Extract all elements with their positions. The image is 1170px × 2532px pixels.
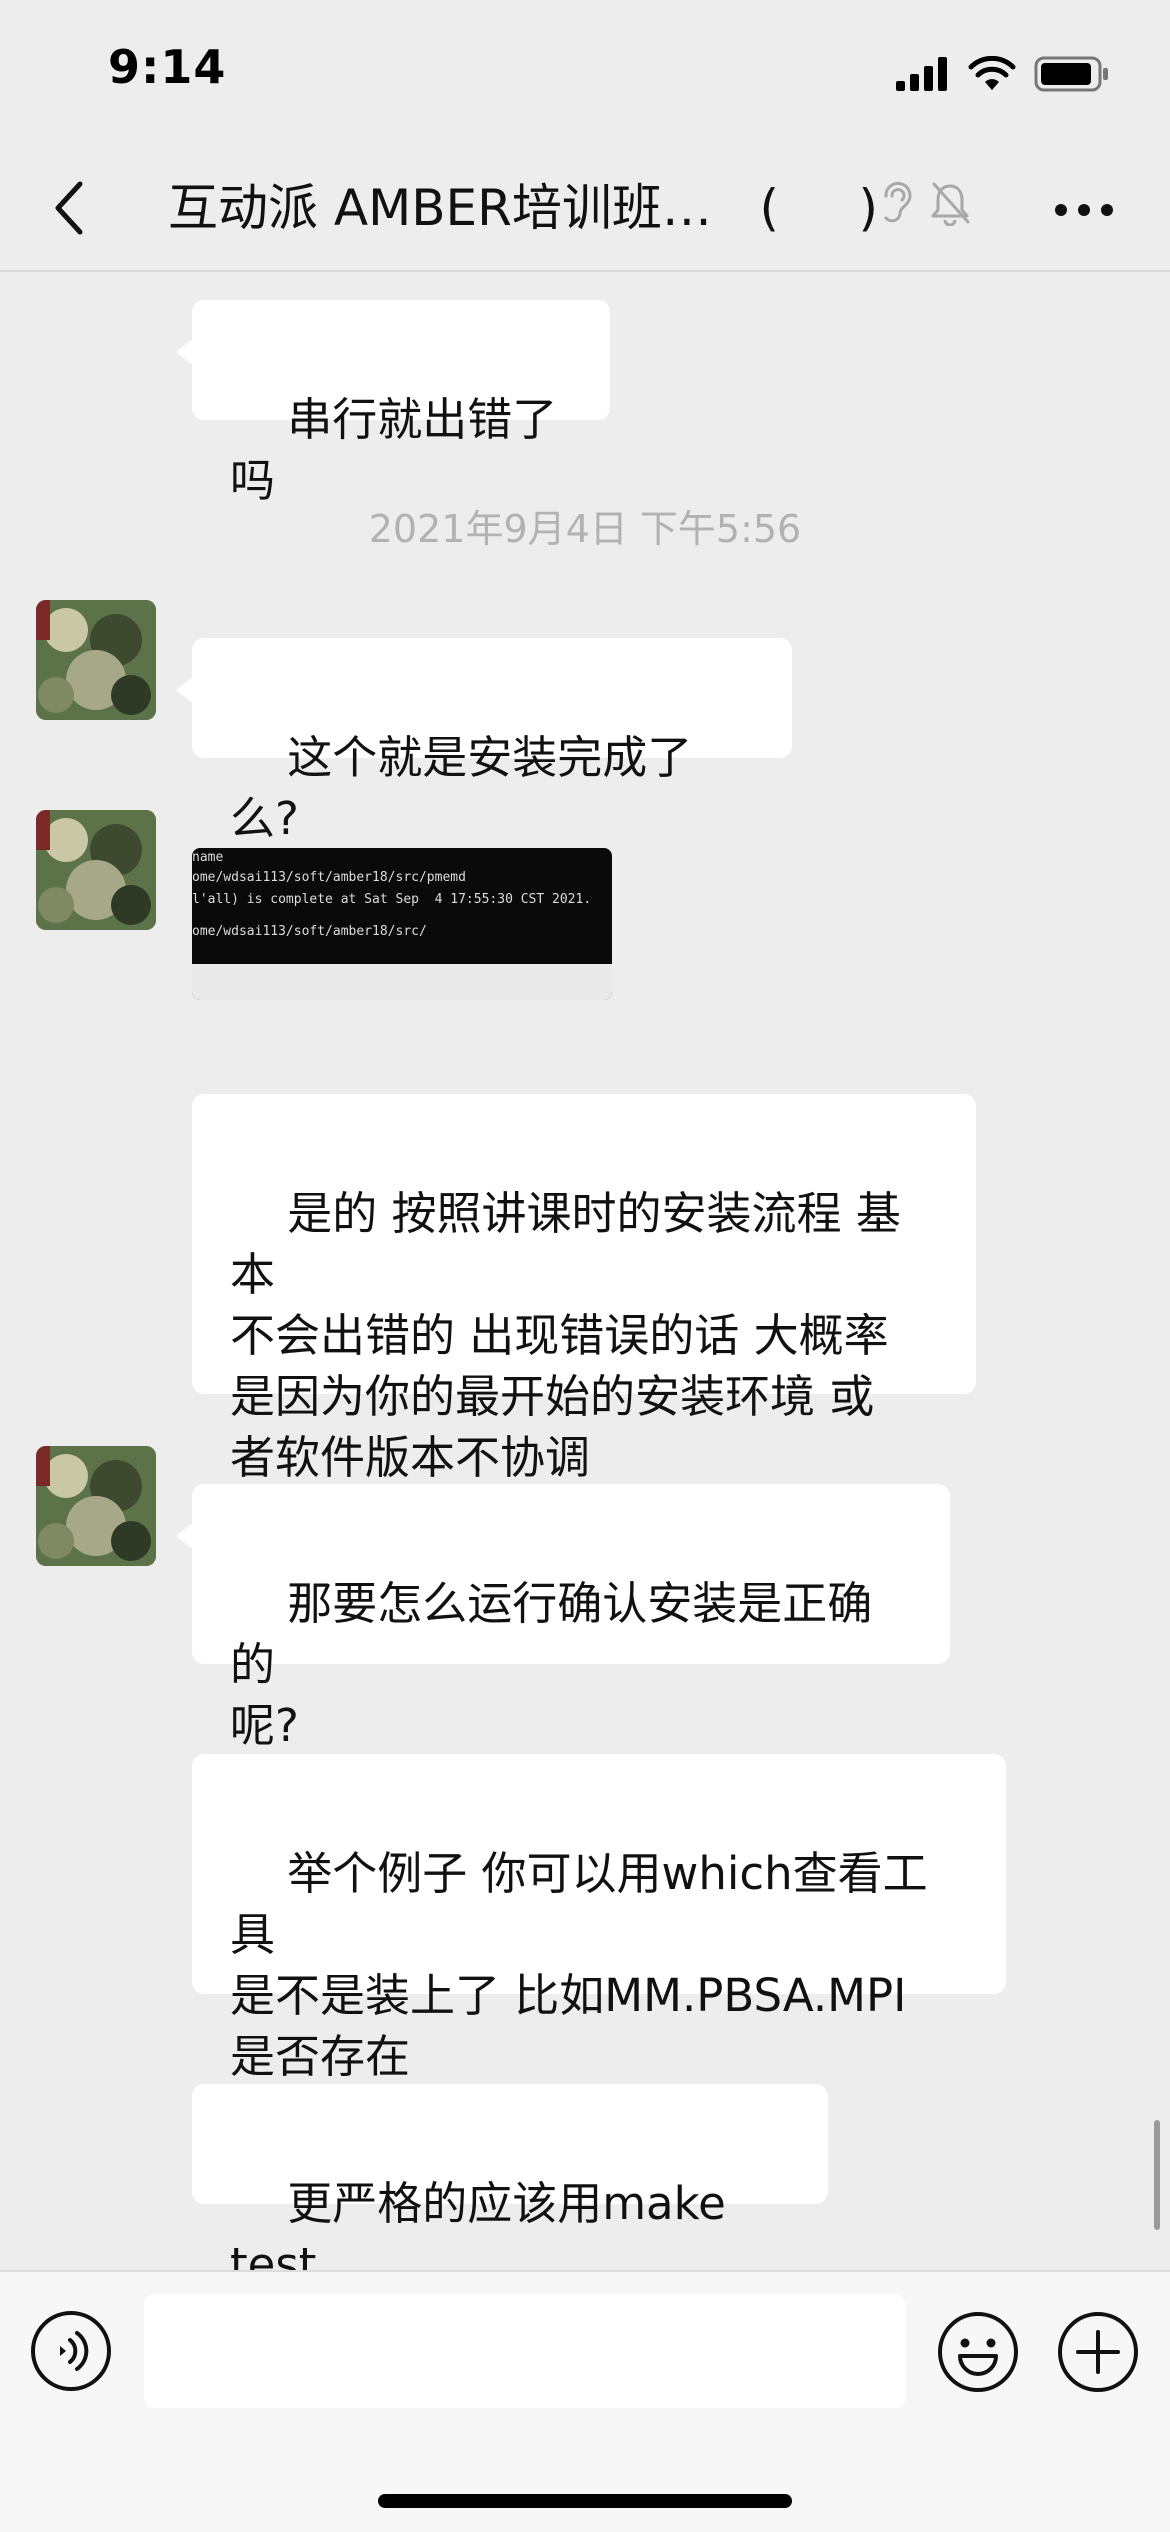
plus-icon xyxy=(1058,2312,1138,2392)
avatar[interactable] xyxy=(36,1446,156,1566)
avatar-image xyxy=(36,1446,156,1566)
cellular-signal-icon xyxy=(896,57,947,91)
avatar-image xyxy=(36,810,156,930)
earpiece-icon xyxy=(884,181,912,223)
status-time: 9:14 xyxy=(108,40,227,94)
chat-header: 互动派 AMBER培训班… ( ) xyxy=(0,150,1170,272)
message-bubble[interactable]: 那要怎么运行确认安装是正确的 呢? xyxy=(176,1484,950,1752)
plus-button[interactable] xyxy=(1056,2310,1140,2394)
emoji-button[interactable] xyxy=(936,2310,1020,2394)
timestamp: 2021年9月4日 下午5:56 xyxy=(368,507,802,551)
avatar-image xyxy=(36,600,156,720)
message-text: 这个就是安装完成了么? xyxy=(230,731,693,845)
home-indicator[interactable] xyxy=(378,2494,792,2508)
message-text: 举个例子 你可以用which查看工具 是不是装上了 比如MM.PBSA.MPI … xyxy=(230,1847,928,2083)
message-text: 是的 按照讲课时的安装流程 基本 不会出错的 出现错误的话 大概率 是因为你的最… xyxy=(230,1187,901,1484)
voice-icon xyxy=(31,2311,111,2391)
status-bar: 9:14 xyxy=(0,0,1170,150)
mute-bell-icon xyxy=(931,182,970,226)
title-status-icons xyxy=(878,180,972,226)
avatar[interactable] xyxy=(36,810,156,930)
chat-title[interactable]: 互动派 AMBER培训班… ( ) xyxy=(168,176,878,240)
scrollbar[interactable] xyxy=(1154,2120,1160,2230)
message-text: 更严格的应该用make test xyxy=(230,2177,741,2270)
more-button[interactable] xyxy=(1048,178,1120,242)
more-icon xyxy=(1055,204,1113,216)
battery-icon xyxy=(1034,56,1108,92)
message-bubble[interactable]: 串行就出错了吗 xyxy=(176,300,610,507)
chat-messages[interactable]: 串行就出错了吗 2021年9月4日 下午5:56 这个就是安装完成了么? nam… xyxy=(0,272,1170,2270)
terminal-line: ome/wdsai113/soft/amber18/src/pmemd xyxy=(192,870,466,885)
image-message[interactable]: name ome/wdsai113/soft/amber18/src/pmemd… xyxy=(192,848,612,1000)
status-icons xyxy=(896,52,1110,96)
image-footer-strip xyxy=(192,964,612,1000)
message-bubble[interactable]: 更严格的应该用make test xyxy=(192,2084,828,2270)
voice-button[interactable] xyxy=(30,2310,112,2392)
message-text: 串行就出错了吗 xyxy=(230,393,558,507)
terminal-line: ome/wdsai113/soft/amber18/src/ xyxy=(192,924,427,939)
back-icon xyxy=(55,181,83,235)
emoji-icon xyxy=(938,2312,1018,2392)
message-text: 那要怎么运行确认安装是正确的 呢? xyxy=(230,1577,873,1752)
terminal-line: name xyxy=(192,850,224,865)
message-bubble[interactable]: 举个例子 你可以用which查看工具 是不是装上了 比如MM.PBSA.MPI … xyxy=(192,1754,1006,2083)
message-bubble[interactable]: 是的 按照讲课时的安装流程 基本 不会出错的 出现错误的话 大概率 是因为你的最… xyxy=(192,1094,976,1484)
message-bubble[interactable]: 这个就是安装完成了么? xyxy=(176,638,792,845)
wifi-icon xyxy=(968,56,1016,90)
input-bar xyxy=(0,2270,1170,2532)
avatar[interactable] xyxy=(36,600,156,720)
back-button[interactable] xyxy=(36,172,100,244)
message-input[interactable] xyxy=(144,2294,906,2408)
terminal-line: l'all) is complete at Sat Sep 4 17:55:30… xyxy=(192,892,592,907)
